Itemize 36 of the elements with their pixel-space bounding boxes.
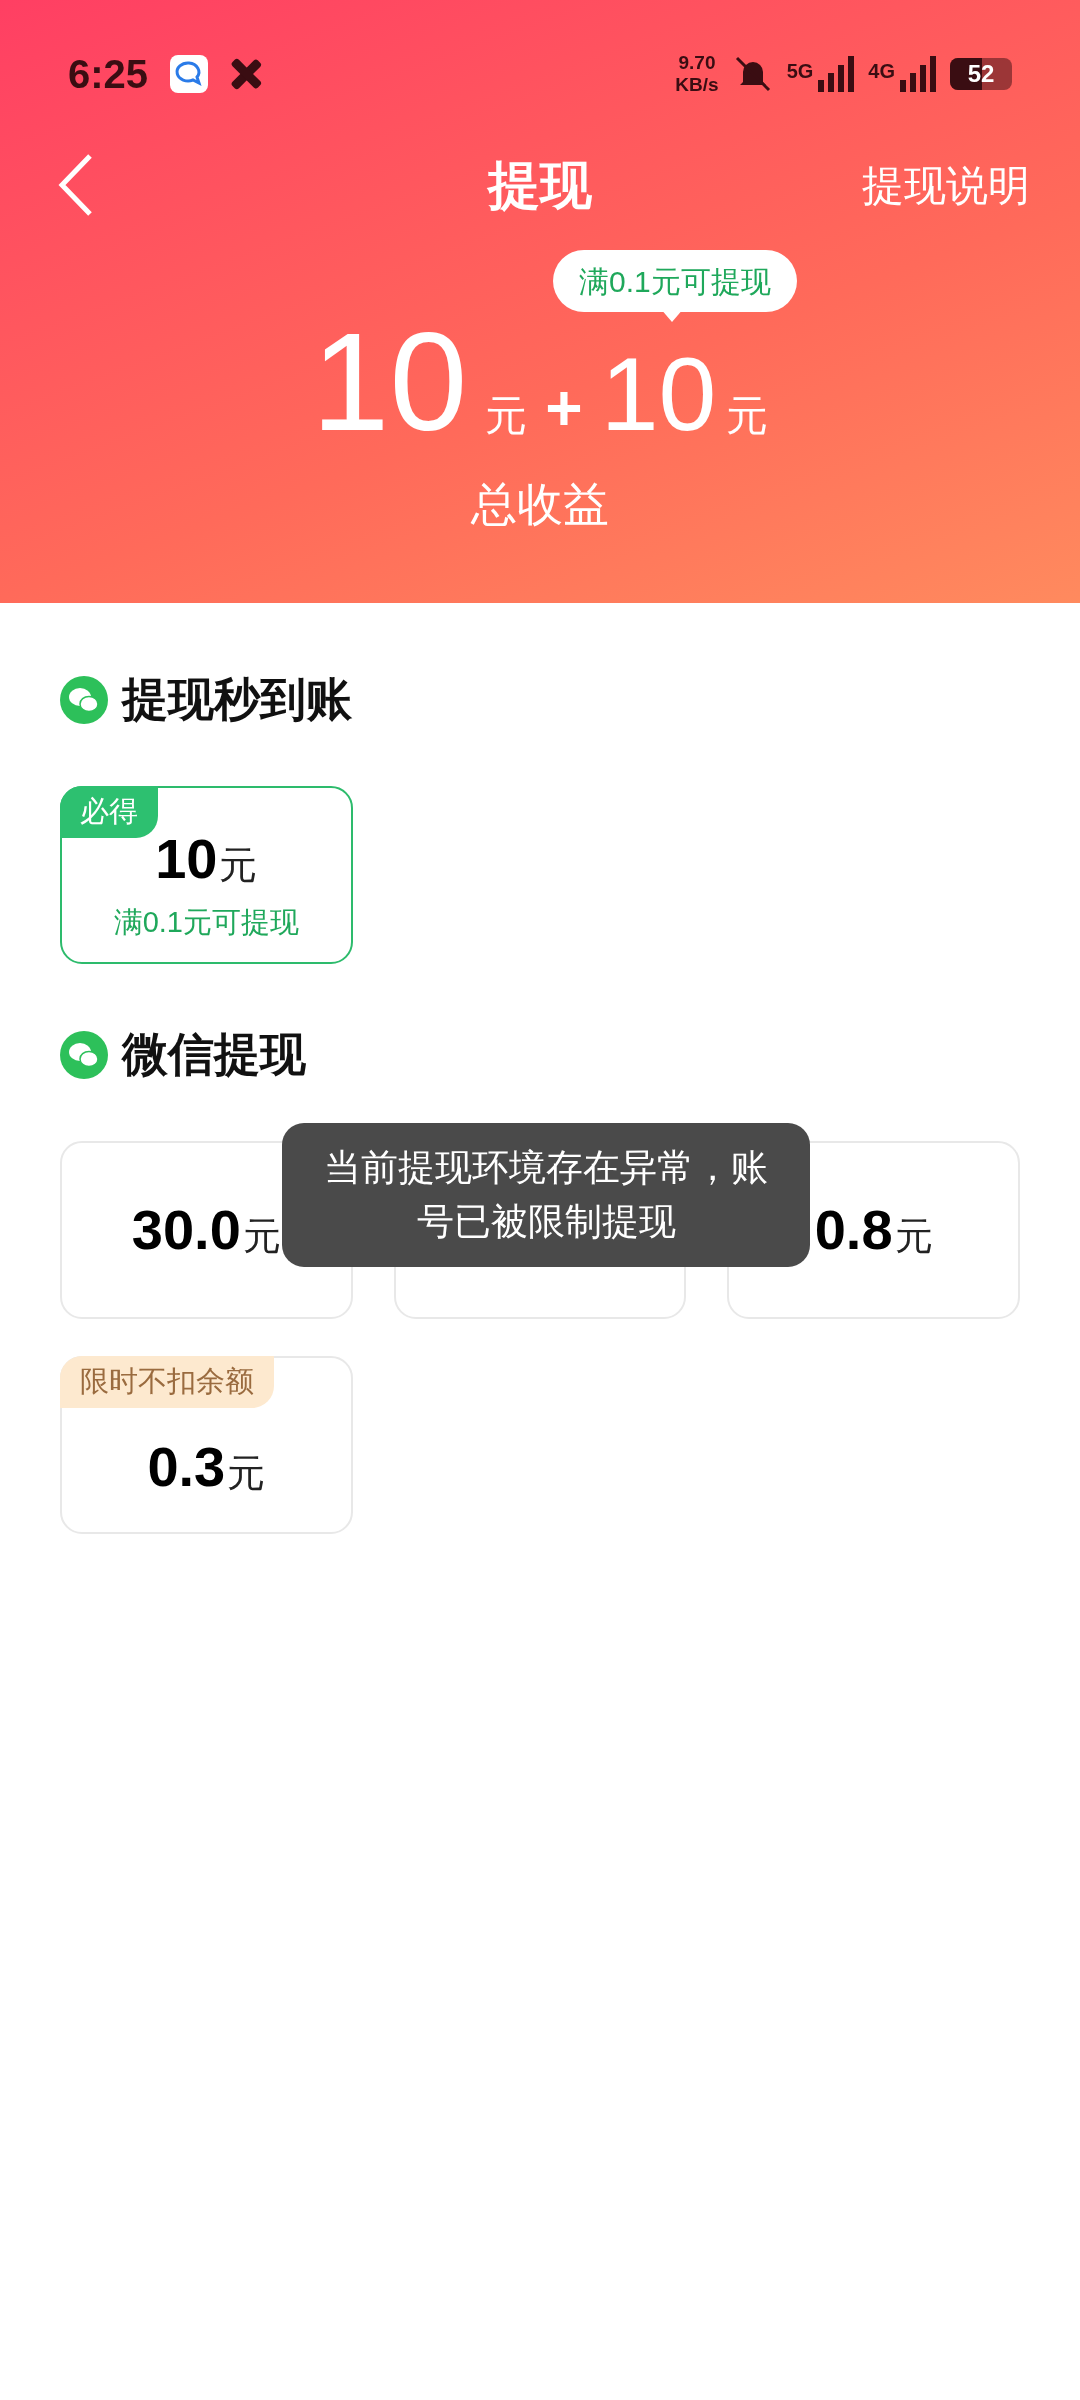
option-badge: 必得	[60, 786, 158, 838]
tooltip-bubble: 满0.1元可提现	[553, 250, 797, 312]
section-title: 微信提现	[122, 1027, 306, 1082]
status-time: 6:25	[68, 51, 149, 98]
chat-bubbles-icon	[60, 1030, 108, 1079]
warning-toast: 当前提现环境存在异常，账号已被限制提现	[282, 1123, 810, 1267]
section-title: 提现秒到账	[122, 672, 352, 727]
unit-text: 元	[726, 391, 769, 441]
unit-text: 元	[242, 1214, 281, 1259]
chat-app-icon	[170, 55, 209, 93]
network-speed-text: KB/s	[675, 74, 719, 96]
amount-option-card[interactable]: 必得 10元 满0.1元可提现	[60, 786, 353, 964]
unit-text: 元	[219, 843, 258, 889]
unit-text: 元	[485, 391, 528, 441]
option-badge: 限时不扣余额	[60, 1356, 274, 1408]
amount-value: 30.0	[131, 1197, 241, 1263]
signal-icon	[898, 56, 938, 92]
network-speed-text: 9.70	[678, 52, 716, 74]
total-earnings-label: 总收益	[471, 477, 609, 532]
amount-value: 10	[155, 826, 218, 893]
unit-text: 元	[227, 1451, 266, 1496]
amount-value: 0.8	[814, 1197, 893, 1263]
battery-level-text: 52	[967, 59, 995, 89]
amount-option-card[interactable]: 限时不扣余额 0.3元	[60, 1356, 353, 1534]
chat-bubbles-icon	[60, 675, 108, 724]
signal-icon	[816, 56, 857, 92]
network-type-label: 4G	[868, 59, 895, 84]
withdraw-condition-text: 满0.1元可提现	[113, 905, 299, 941]
page-title: 提现	[488, 155, 592, 216]
amount-text: 10	[311, 312, 468, 452]
plus-sign: +	[545, 371, 583, 446]
amount-text: 10	[600, 335, 717, 454]
unit-text: 元	[894, 1214, 933, 1259]
amount-value: 0.3	[147, 1434, 226, 1500]
back-icon[interactable]	[58, 154, 94, 216]
network-type-label: 5G	[786, 59, 814, 84]
